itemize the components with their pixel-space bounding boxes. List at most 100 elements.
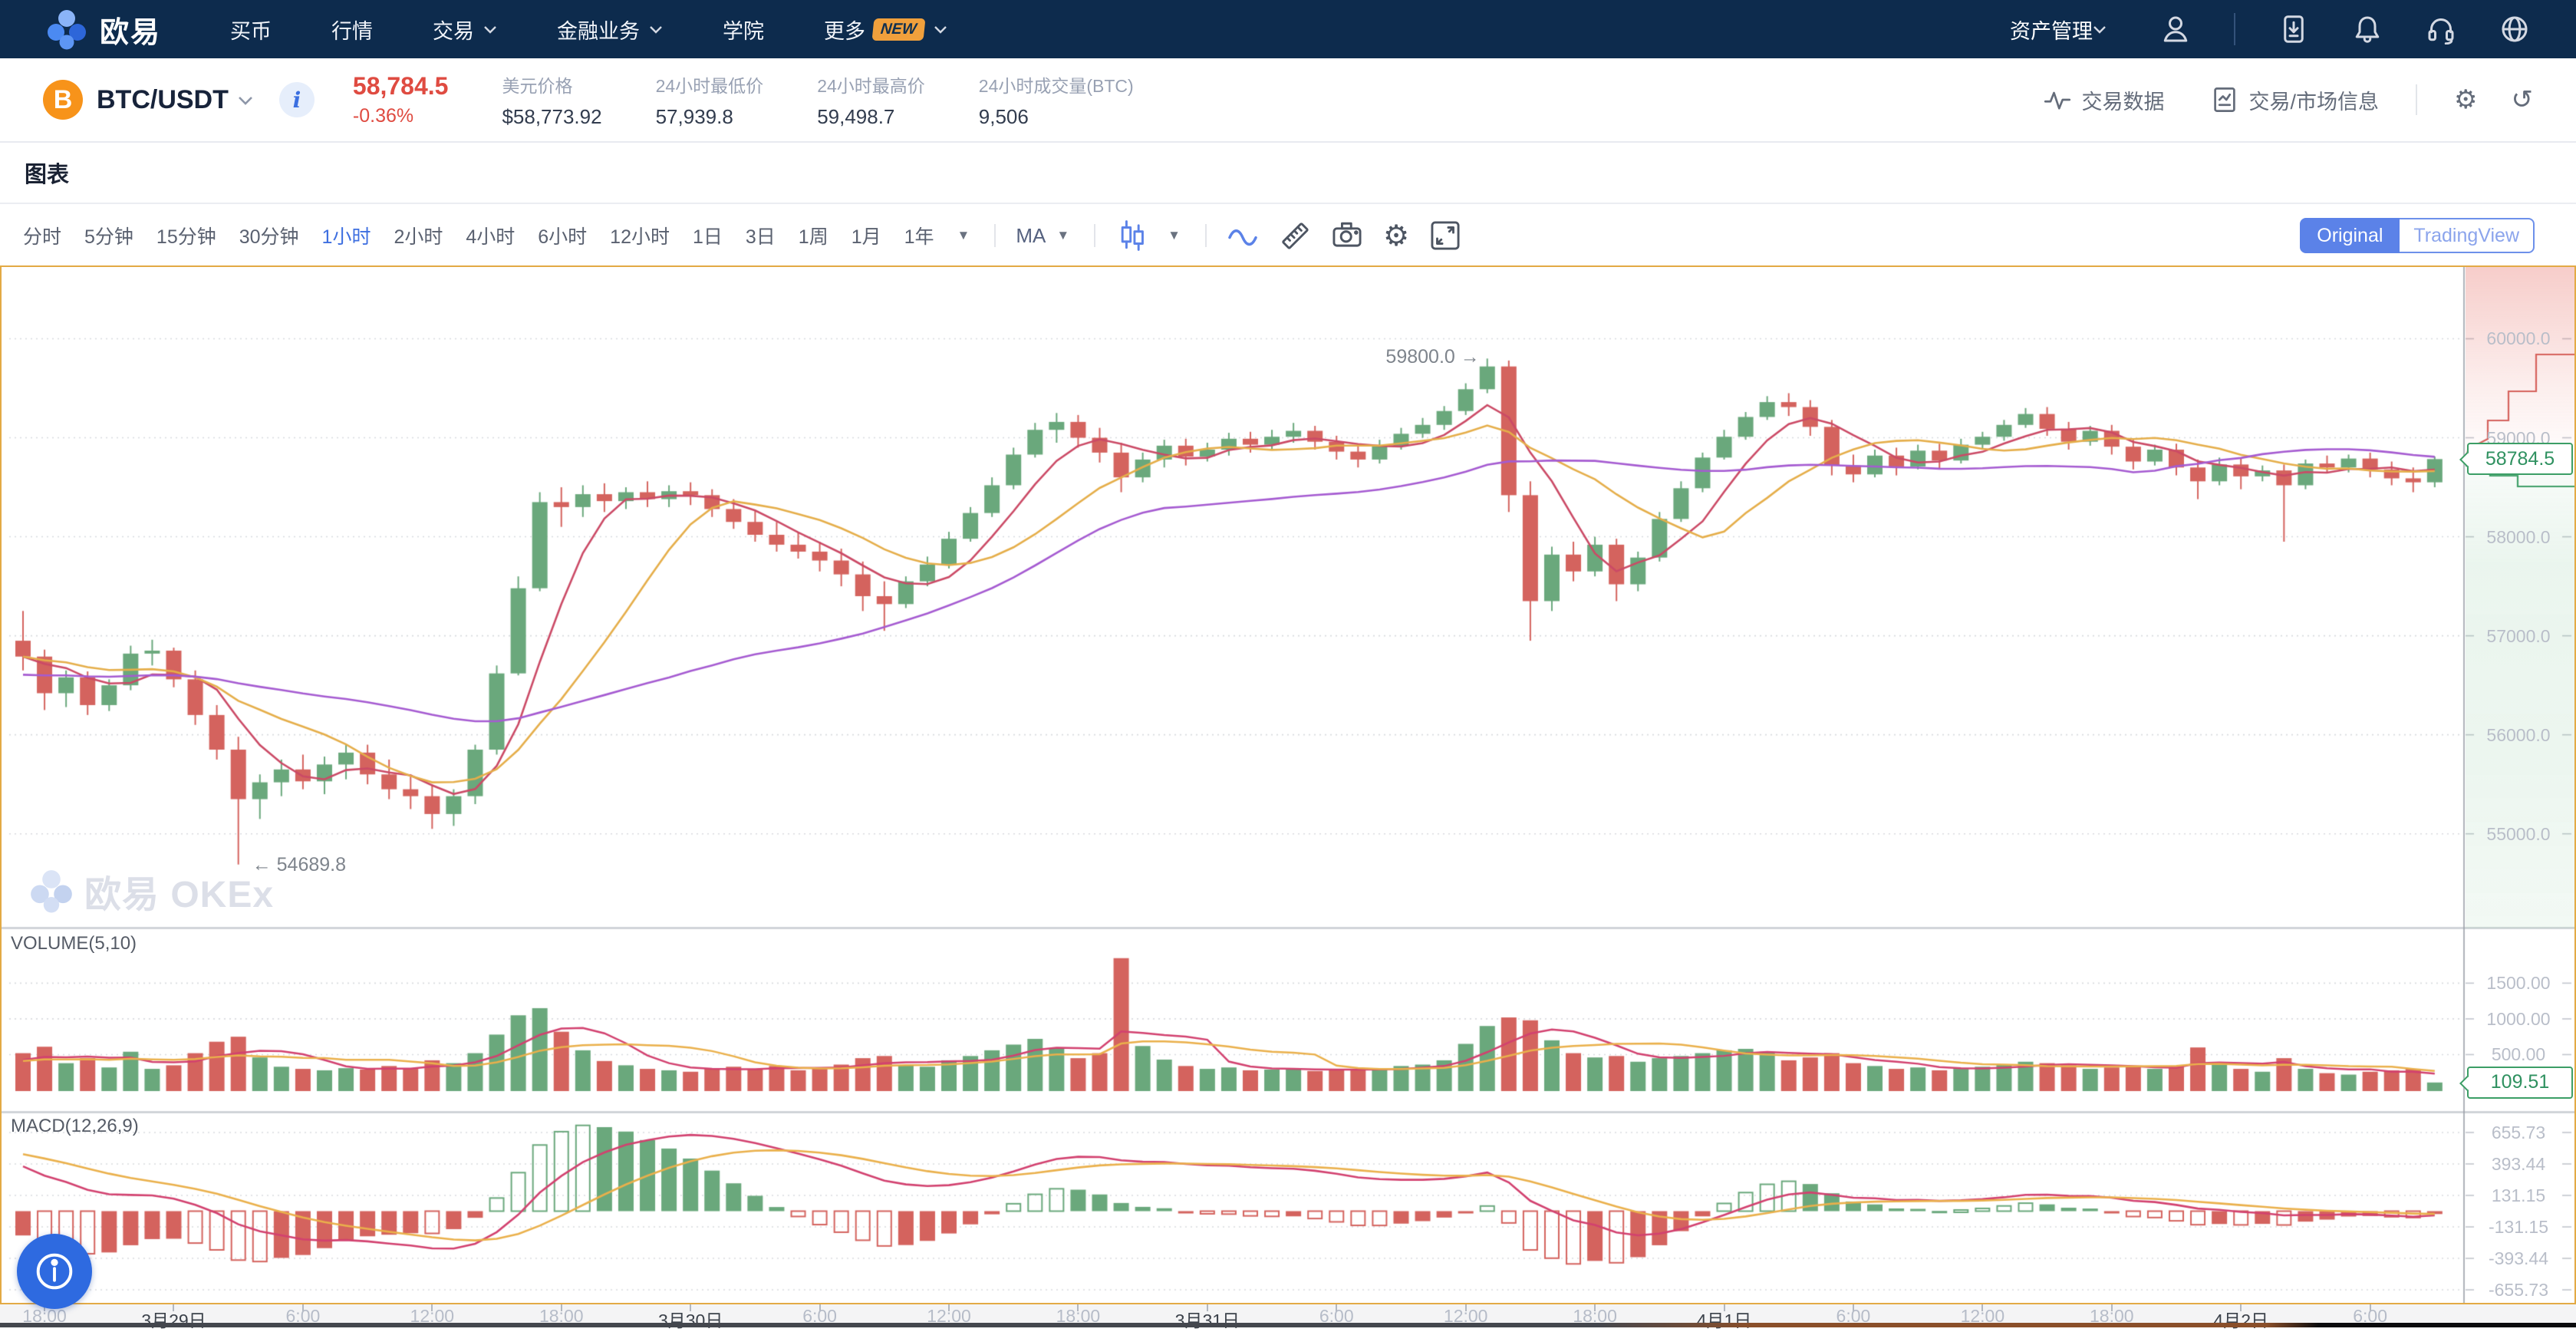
user-icon[interactable] [2160, 14, 2191, 45]
stat-label: 24小时成交量(BTC) [979, 71, 1134, 97]
ma-selector[interactable]: MA [1016, 224, 1046, 248]
help-info-button[interactable] [17, 1234, 92, 1309]
top-nav: 欧易 买币 行情 交易 金融业务 学院 更多 NEW 资产管理 [0, 0, 2576, 58]
timeframe-4小时[interactable]: 4小时 [466, 222, 515, 249]
timeframe-6小时[interactable]: 6小时 [538, 222, 587, 249]
chart-widget: 60000.059000.058000.057000.056000.055000… [0, 265, 2576, 1304]
okex-logo[interactable]: 欧易 [46, 8, 161, 51]
chart-engine-toggle: Original TradingView [2300, 218, 2535, 253]
chevron-down-icon [483, 25, 497, 34]
nav-item-label: 行情 [331, 15, 373, 45]
last-price: 58,784.5 [353, 72, 449, 101]
btc-icon: B [43, 80, 83, 120]
divider [1205, 224, 1207, 247]
nav-item[interactable]: 金融业务 [557, 15, 663, 45]
download-icon[interactable] [2278, 14, 2309, 45]
divider [994, 224, 996, 247]
nav-item-label: 学院 [723, 15, 764, 45]
stat-label: 美元价格 [502, 71, 601, 97]
timeframe-5分钟[interactable]: 5分钟 [84, 222, 133, 249]
stat-value: 57,939.8 [656, 105, 764, 129]
timeframe-12小时[interactable]: 12小时 [610, 222, 670, 249]
timeframe-分时[interactable]: 分时 [23, 222, 61, 249]
chevron-down-icon [2093, 25, 2107, 34]
logo-text: 欧易 [100, 8, 161, 51]
ticker-stat: 24小时最高价 59,498.7 [817, 71, 925, 129]
info-icon[interactable]: i [279, 82, 315, 117]
nav-item-label: 金融业务 [557, 15, 640, 45]
nav-item-label: 更多 [824, 15, 865, 45]
new-badge: NEW [871, 18, 925, 41]
globe-icon[interactable] [2499, 14, 2530, 45]
timeframe-1日[interactable]: 1日 [693, 222, 723, 249]
undo-icon[interactable]: ↺ [2512, 84, 2534, 115]
nav-item-label: 交易 [433, 15, 474, 45]
nav-right: 资产管理 [2010, 13, 2530, 45]
gear-icon[interactable]: ⚙ [2454, 84, 2477, 115]
chart-toolbar: 分时5分钟15分钟30分钟1小时2小时4小时6小时12小时1日3日1周1月1年 … [0, 206, 2576, 265]
timeframe-more-caret[interactable]: ▼ [957, 228, 970, 243]
chevron-down-icon[interactable] [238, 95, 253, 105]
timeframe-15分钟[interactable]: 15分钟 [156, 222, 216, 249]
timeframe-1小时[interactable]: 1小时 [322, 222, 371, 249]
candlestick-chart-canvas[interactable] [2, 267, 2574, 1303]
stat-value: 59,498.7 [817, 105, 925, 129]
time-axis-label: 3月31日 [1146, 1306, 1269, 1332]
timeframe-3日[interactable]: 3日 [746, 222, 776, 249]
ticker-actions: 交易数据 交易/市场信息 ⚙ ↺ [1998, 84, 2534, 115]
time-axis-label: 3月29日 [112, 1306, 235, 1332]
ticker-stat: 24小时成交量(BTC) 9,506 [979, 71, 1134, 129]
timeframe-2小时[interactable]: 2小时 [394, 222, 443, 249]
ma-caret[interactable]: ▼ [1056, 228, 1069, 243]
camera-icon[interactable] [1331, 219, 1363, 252]
nav-item[interactable]: 更多 NEW [824, 15, 947, 45]
trade-data-link[interactable]: 交易数据 [2044, 85, 2165, 115]
info-circle-icon [31, 1248, 78, 1295]
market-info-link[interactable]: 交易/市场信息 [2211, 85, 2380, 115]
pair-name[interactable]: BTC/USDT [97, 85, 229, 115]
nav-item[interactable]: 交易 [433, 15, 497, 45]
timeframe-30分钟[interactable]: 30分钟 [239, 222, 299, 249]
timeframe-1年[interactable]: 1年 [904, 222, 934, 249]
chevron-down-icon [649, 25, 663, 34]
nav-item-label: 买币 [230, 15, 272, 45]
nav-divider [2234, 13, 2235, 45]
document-icon [2211, 86, 2238, 114]
time-axis-label: 4月1日 [1663, 1306, 1786, 1332]
nav-item-assets[interactable]: 资产管理 [2010, 15, 2107, 45]
assets-label: 资产管理 [2010, 15, 2093, 45]
gear-icon[interactable]: ⚙ [1383, 219, 1409, 253]
nav-item[interactable]: 买币 [230, 15, 272, 45]
stat-label: 24小时最高价 [817, 71, 925, 97]
headset-icon[interactable] [2426, 14, 2456, 45]
timeframe-1月[interactable]: 1月 [852, 222, 881, 249]
time-axis-label: 4月2日 [2179, 1306, 2302, 1332]
chevron-down-icon [934, 25, 947, 34]
ticker-stat: 美元价格 $58,773.92 [502, 71, 601, 129]
stat-value: $58,773.92 [502, 105, 601, 129]
trade-data-label: 交易数据 [2082, 85, 2165, 115]
activity-icon [2044, 86, 2071, 114]
chart-type-caret[interactable]: ▼ [1168, 228, 1181, 243]
okex-logo-icon [46, 8, 87, 50]
divider [1094, 224, 1095, 247]
expand-icon[interactable] [1429, 219, 1461, 252]
ruler-icon[interactable] [1279, 219, 1311, 252]
price-block: 58,784.5 -0.36% [353, 72, 449, 127]
ticker-stats: 美元价格$58,773.9224小时最低价57,939.824小时最高价59,4… [502, 71, 1187, 129]
nav-menu: 买币 行情 交易 金融业务 学院 更多 NEW [230, 15, 1007, 45]
toggle-original[interactable]: Original [2300, 218, 2400, 253]
timeframe-group: 分时 5分钟 15分钟 30分钟 1小时 2小时 4小时 6小时 12小时 1日 3日 1周 1月 1年 [23, 222, 957, 249]
bell-icon[interactable] [2352, 14, 2383, 45]
wave-icon[interactable] [1227, 219, 1259, 252]
divider [2416, 84, 2417, 115]
bottom-edge [0, 1323, 2576, 1327]
timeframe-1周[interactable]: 1周 [799, 222, 828, 249]
time-axis[interactable]: 18:003月29日6:0012:0018:003月30日6:0012:0018… [0, 1304, 2576, 1323]
candlestick-icon[interactable] [1115, 219, 1148, 252]
stat-value: 9,506 [979, 105, 1134, 129]
page-title: 图表 [25, 157, 69, 189]
nav-item[interactable]: 行情 [331, 15, 373, 45]
toggle-tradingview[interactable]: TradingView [2400, 218, 2535, 253]
nav-item[interactable]: 学院 [723, 15, 764, 45]
